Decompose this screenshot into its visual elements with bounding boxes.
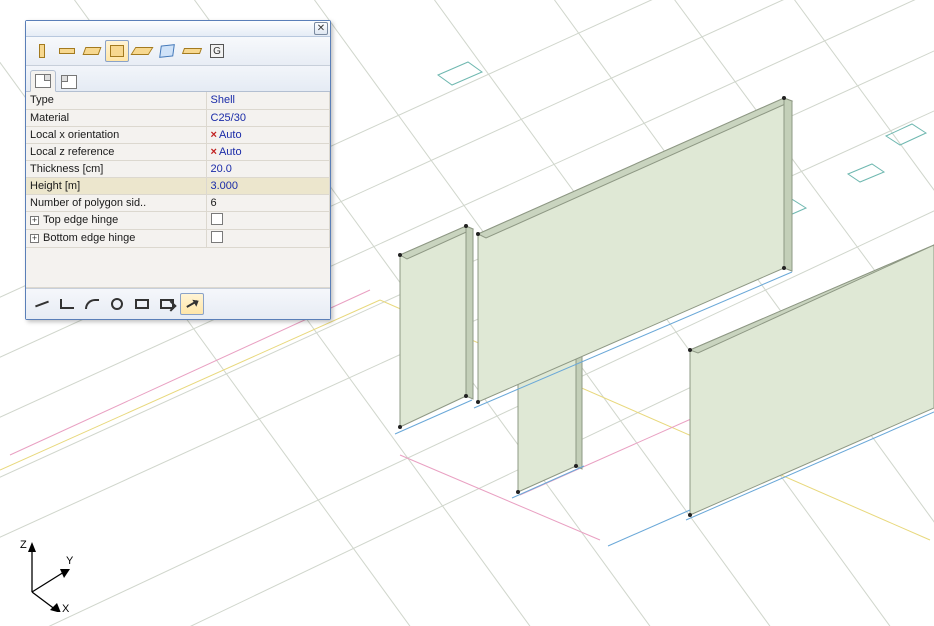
property-value[interactable]	[206, 211, 330, 229]
palette-titlebar[interactable]: ✕	[26, 21, 330, 37]
property-value-text: 3.000	[211, 180, 239, 192]
properties-palette[interactable]: ✕ G Type Shell Material C25/30 Local x orien…	[25, 20, 331, 320]
property-value-text: Auto	[219, 146, 242, 158]
property-value-text: 6	[211, 197, 217, 209]
property-label-text: Top edge hinge	[43, 214, 118, 226]
property-row[interactable]: Thickness [cm] 20.0	[26, 160, 330, 177]
draw-circle[interactable]	[105, 293, 129, 315]
property-label: Local z reference	[26, 143, 206, 160]
property-value[interactable]: 6	[206, 194, 330, 211]
close-icon[interactable]: ✕	[314, 22, 328, 35]
palette-spacer	[26, 248, 330, 288]
property-value[interactable]: Shell	[206, 92, 330, 109]
palette-tabs	[26, 65, 330, 92]
checkbox-icon[interactable]	[211, 231, 223, 243]
property-label-text: Type	[30, 94, 54, 106]
inclined-beam-icon[interactable]	[80, 40, 104, 62]
property-value-text: Auto	[219, 129, 242, 141]
property-value-text: Shell	[211, 94, 235, 106]
property-value[interactable]: 3.000	[206, 177, 330, 194]
property-value-text: 20.0	[211, 163, 232, 175]
property-label: Height [m]	[26, 177, 206, 194]
property-label: Thickness [cm]	[26, 160, 206, 177]
property-label-text: Thickness [cm]	[30, 163, 103, 175]
slab-icon[interactable]	[105, 40, 129, 62]
property-value[interactable]: ×Auto	[206, 143, 330, 160]
property-label-text: Local z reference	[30, 146, 114, 158]
draw-mode-toolbar	[26, 288, 330, 319]
property-label-text: Bottom edge hinge	[43, 232, 135, 244]
axis-indicator: Z Y X	[12, 532, 82, 612]
draw-rectangle-offset[interactable]	[155, 293, 179, 315]
property-label: Type	[26, 92, 206, 109]
property-row[interactable]: + Bottom edge hinge	[26, 229, 330, 247]
expander-icon[interactable]: +	[30, 234, 39, 243]
red-x-icon: ×	[211, 129, 217, 141]
property-value[interactable]: C25/30	[206, 109, 330, 126]
draw-pick[interactable]	[180, 293, 204, 315]
property-row[interactable]: Local x orientation ×Auto	[26, 126, 330, 143]
draw-arc[interactable]	[80, 293, 104, 315]
property-label: Material	[26, 109, 206, 126]
draw-line[interactable]	[30, 293, 54, 315]
sheet-tab-b[interactable]	[56, 70, 82, 92]
element-shape-toolbar: G	[26, 37, 330, 65]
red-x-icon: ×	[211, 146, 217, 158]
property-label: Local x orientation	[26, 126, 206, 143]
property-row[interactable]: Number of polygon sid.. 6	[26, 194, 330, 211]
flat-slab-icon[interactable]	[130, 40, 154, 62]
property-label-text: Material	[30, 112, 69, 124]
column-icon[interactable]	[30, 40, 54, 62]
axis-x-label: X	[62, 603, 70, 612]
draw-polyline[interactable]	[55, 293, 79, 315]
property-value[interactable]: 20.0	[206, 160, 330, 177]
property-row[interactable]: + Top edge hinge	[26, 211, 330, 229]
generic-element-icon[interactable]: G	[205, 40, 229, 62]
draw-rectangle[interactable]	[130, 293, 154, 315]
property-label-text: Number of polygon sid..	[30, 197, 146, 209]
expander-icon[interactable]: +	[30, 216, 39, 225]
solid-icon[interactable]	[155, 40, 179, 62]
checkbox-icon[interactable]	[211, 213, 223, 225]
property-row[interactable]: Material C25/30	[26, 109, 330, 126]
beam-icon[interactable]	[55, 40, 79, 62]
property-label: + Bottom edge hinge	[26, 229, 206, 247]
property-grid: Type Shell Material C25/30 Local x orientati…	[26, 92, 330, 248]
property-row[interactable]: Height [m] 3.000	[26, 177, 330, 194]
property-label: Number of polygon sid..	[26, 194, 206, 211]
axis-z-label: Z	[20, 539, 27, 551]
property-value[interactable]: ×Auto	[206, 126, 330, 143]
sheet-tab-a[interactable]	[30, 70, 56, 92]
property-row[interactable]: Type Shell	[26, 92, 330, 109]
property-label-text: Local x orientation	[30, 129, 119, 141]
property-value[interactable]	[206, 229, 330, 247]
inclined-plate-icon[interactable]	[180, 40, 204, 62]
property-label-text: Height [m]	[30, 180, 80, 192]
axis-y-label: Y	[66, 555, 74, 567]
property-label: + Top edge hinge	[26, 211, 206, 229]
property-row[interactable]: Local z reference ×Auto	[26, 143, 330, 160]
property-value-text: C25/30	[211, 112, 246, 124]
